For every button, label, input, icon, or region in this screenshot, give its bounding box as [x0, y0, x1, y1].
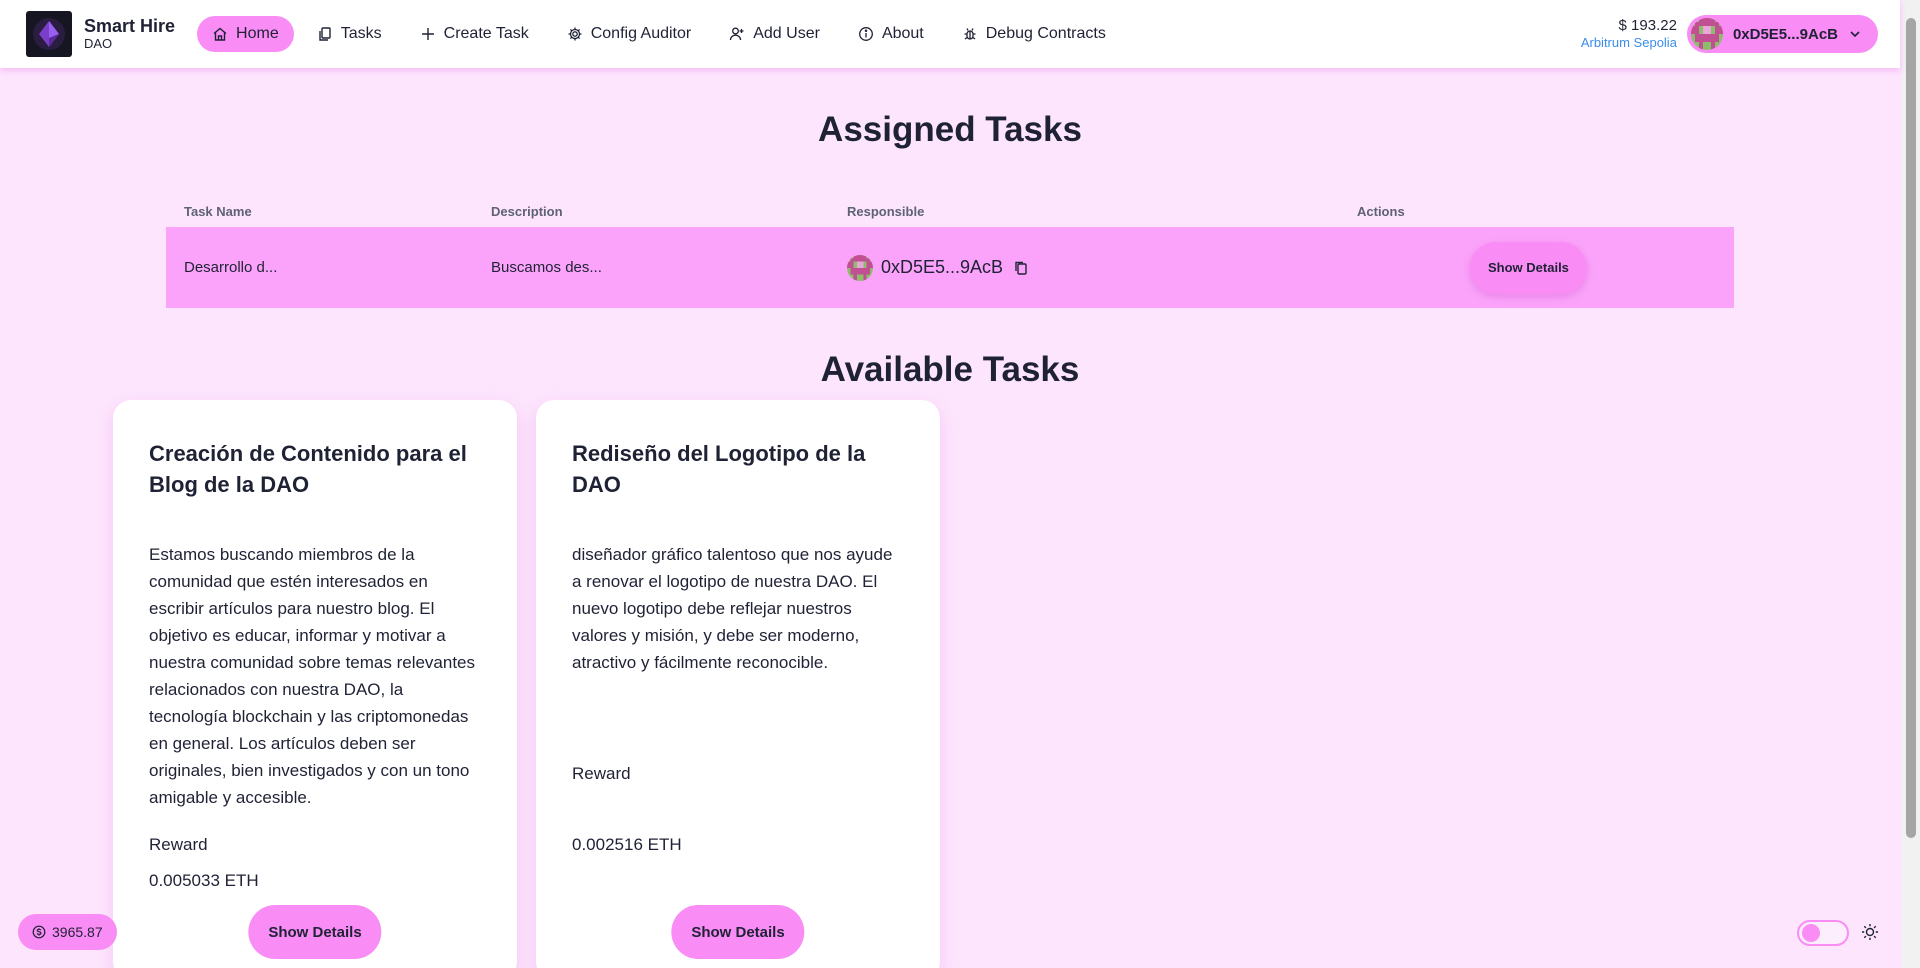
reward-value: 0.002516 ETH [572, 835, 682, 854]
brand[interactable]: Smart Hire DAO [26, 11, 175, 57]
responsible-address: 0xD5E5...9AcB [881, 257, 1004, 277]
avatar [1690, 18, 1723, 50]
nav-add-user[interactable]: Add User [714, 16, 835, 52]
wallet-balance: $ 193.22 [1618, 17, 1677, 35]
theme-toggle[interactable] [1797, 920, 1849, 946]
task-name-cell: Desarrollo d... [184, 259, 278, 276]
wallet-area: $ 193.22 Arbitrum Sepolia 0xD5E5...9AcB [1581, 15, 1878, 53]
nav-add-user-label: Add User [753, 25, 820, 42]
sun-icon [1862, 924, 1878, 940]
brand-title: Smart Hire [84, 16, 176, 37]
card-title: Rediseño del Logotipo de la DAO [572, 441, 866, 497]
nav-create-task-label: Create Task [443, 25, 529, 42]
eth-price: 3965.87 [52, 924, 103, 940]
nav-tasks-label: Tasks [340, 25, 382, 42]
main-nav: Home Tasks Create Task Config Auditor Ad… [197, 16, 1121, 52]
card-title: Creación de Contenido para el Blog de la… [149, 441, 467, 497]
toggle-knob [1802, 924, 1820, 942]
nav-home[interactable]: Home [197, 16, 294, 52]
documents-icon [319, 27, 331, 41]
nav-config-auditor[interactable]: Config Auditor [552, 16, 707, 52]
nav-about-label: About [881, 25, 924, 42]
table-header: Task Name Description Responsible Action… [166, 195, 1734, 227]
nav-home-label: Home [236, 25, 279, 42]
show-details-button[interactable]: Show Details [248, 905, 382, 959]
user-plus-icon [730, 27, 744, 41]
card-description: diseñador gráfico talentoso que nos ayud… [572, 545, 893, 672]
show-details-button[interactable]: Show Details [1470, 241, 1587, 294]
actions-cell: Show Details [1357, 241, 1734, 294]
nav-create-task[interactable]: Create Task [405, 16, 544, 52]
dollar-circle-icon [32, 925, 46, 939]
navbar: Smart Hire DAO Home Tasks Create Task Co… [0, 0, 1900, 68]
show-details-button[interactable]: Show Details [671, 905, 805, 959]
plus-icon [421, 28, 434, 40]
chevron-down-icon [1850, 31, 1860, 38]
brand-subtitle: DAO [84, 35, 113, 51]
responsible-cell: 0xD5E5...9AcB [847, 254, 1357, 281]
balance-block: $ 193.22 Arbitrum Sepolia [1581, 17, 1677, 51]
task-description-cell: Buscamos des... [491, 259, 602, 276]
nav-about[interactable]: About [843, 16, 939, 52]
available-tasks-title: Available Tasks [820, 350, 1080, 389]
scrollbar-thumb[interactable] [1906, 18, 1916, 838]
home-icon [213, 27, 227, 41]
task-card: Rediseño del Logotipo de la DAO diseñado… [536, 400, 940, 968]
assigned-tasks-title: Assigned Tasks [818, 110, 1082, 149]
nav-tasks[interactable]: Tasks [302, 16, 397, 52]
info-icon [858, 27, 873, 41]
copy-icon[interactable] [1013, 260, 1029, 276]
column-task-name: Task Name [184, 203, 252, 219]
responsible-avatar [847, 254, 873, 281]
gear-icon [568, 27, 582, 41]
reward-label: Reward [572, 764, 631, 783]
network-name: Arbitrum Sepolia [1580, 35, 1677, 51]
brand-text: Smart Hire DAO [84, 16, 175, 52]
column-actions: Actions [1357, 203, 1405, 219]
account-address: 0xD5E5...9AcB [1732, 25, 1838, 43]
reward-label: Reward [149, 835, 208, 854]
task-card: Creación de Contenido para el Blog de la… [113, 400, 517, 968]
table-row: Desarrollo d... Buscamos des... 0xD5E5..… [166, 227, 1734, 308]
column-responsible: Responsible [847, 203, 925, 219]
dao-logo-icon [26, 11, 72, 57]
card-description: Estamos buscando miembros de la comunida… [149, 545, 476, 807]
eth-price-badge[interactable]: 3965.87 [18, 914, 117, 950]
reward-value: 0.005033 ETH [149, 871, 259, 890]
nav-debug-contracts[interactable]: Debug Contracts [947, 16, 1121, 52]
assigned-tasks-table: Task Name Description Responsible Action… [166, 195, 1734, 308]
nav-config-auditor-label: Config Auditor [590, 25, 692, 42]
account-button[interactable]: 0xD5E5...9AcB [1686, 15, 1878, 53]
bug-icon [964, 28, 976, 40]
column-description: Description [491, 203, 563, 219]
scrollbar[interactable] [1902, 0, 1920, 968]
nav-debug-contracts-label: Debug Contracts [985, 25, 1106, 42]
